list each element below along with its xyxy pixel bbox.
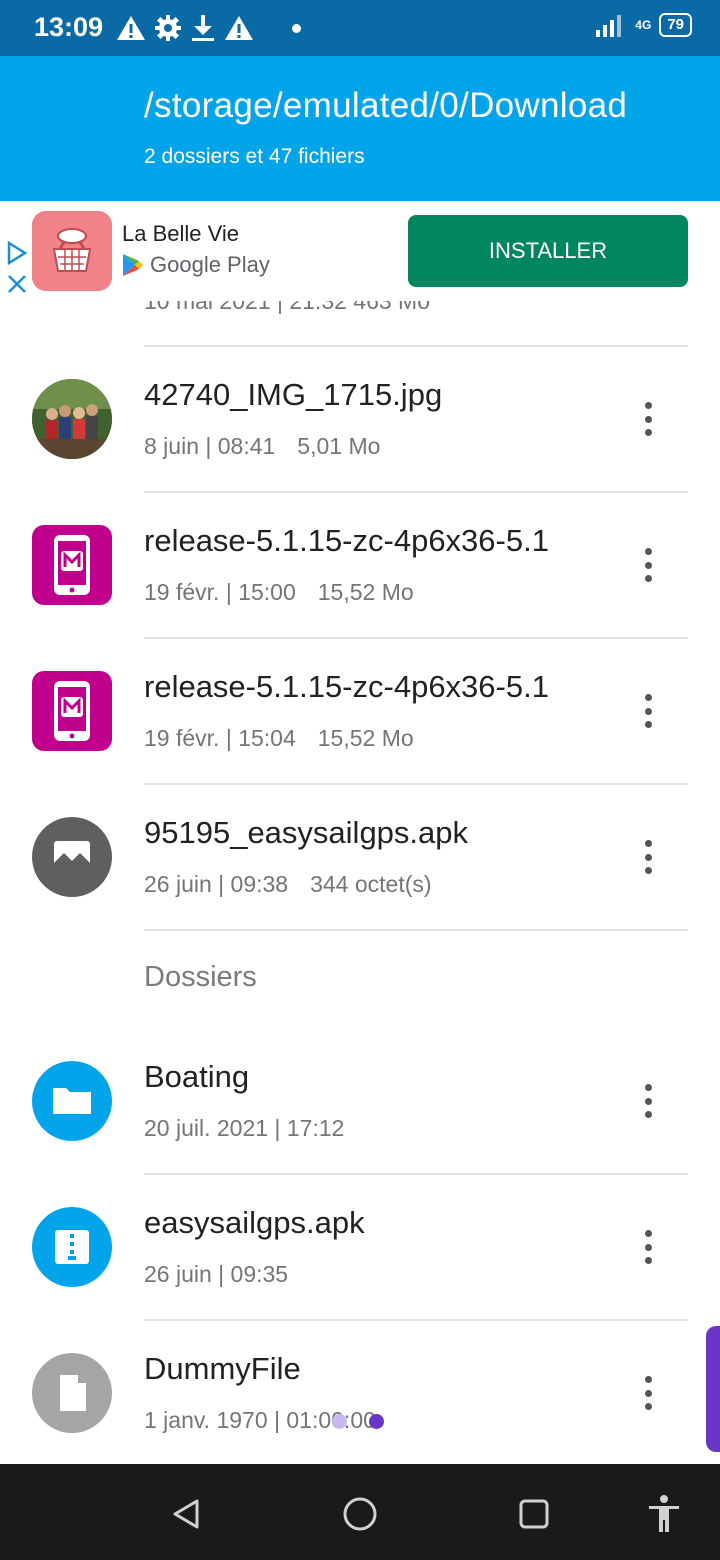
list-item[interactable]: Boating 20 juil. 2021 | 17:12 [0, 1029, 720, 1175]
list-item[interactable]: release-5.1.15-zc-4p6x36-5.1 19 févr. | … [0, 639, 720, 785]
list-item[interactable]: DummyFile 1 janv. 1970 | 01:00:00 [0, 1321, 720, 1467]
ad-app-icon[interactable] [32, 211, 112, 291]
network-type: 4G [635, 18, 652, 32]
ad-app-name: La Belle Vie [122, 221, 240, 246]
more-options-icon[interactable] [630, 1081, 666, 1121]
image-file-icon [32, 817, 112, 897]
file-meta: 26 juin | 09:38 344 octet(s) [144, 871, 432, 897]
document-icon [32, 1353, 112, 1433]
file-meta: 19 févr. | 15:00 15,52 Mo [144, 579, 414, 605]
recents-button[interactable] [506, 1486, 562, 1542]
divider [144, 929, 688, 931]
list-item[interactable]: 95195_easysailgps.apk 26 juin | 09:38 344… [0, 785, 720, 931]
app-phone-icon [32, 671, 112, 751]
more-options-icon[interactable] [630, 691, 666, 731]
folder-name: Boating [144, 1059, 250, 1094]
home-icon [343, 1497, 377, 1531]
folder-name: easysailgps.apk [144, 1205, 365, 1240]
battery-icon: 79 [659, 13, 692, 37]
home-button[interactable] [332, 1486, 388, 1542]
more-options-icon[interactable] [630, 837, 666, 877]
file-meta: 8 juin | 08:41 5,01 Mo [144, 433, 381, 459]
file-name: 42740_IMG_1715.jpg [144, 377, 443, 412]
file-name: release-5.1.15-zc-4p6x36-5.1 [144, 523, 549, 558]
download-icon [192, 15, 214, 41]
ad-store-label: Google Play [122, 252, 270, 278]
section-header-folders: Dossiers [144, 961, 257, 993]
accessibility-button[interactable] [636, 1486, 692, 1542]
ad-banner[interactable]: La Belle Vie Google Play INSTALLER [0, 201, 720, 301]
status-time: 13:09 [34, 12, 104, 42]
accessibility-icon [649, 1495, 679, 1532]
recents-icon [519, 1499, 549, 1529]
signal-icon [596, 15, 622, 37]
photo-thumbnail [32, 379, 112, 459]
list-item[interactable]: 42740_IMG_1715.jpg 8 juin | 08:41 5,01 Mo [0, 347, 720, 493]
warning-icon [225, 16, 253, 40]
file-name: release-5.1.15-zc-4p6x36-5.1 [144, 669, 549, 704]
indicator-dot [369, 1414, 384, 1429]
folder-icon [32, 1061, 112, 1141]
more-options-icon[interactable] [630, 1373, 666, 1413]
list-item[interactable]: easysailgps.apk 26 juin | 09:35 [0, 1175, 720, 1321]
folder-summary: 2 dossiers et 47 fichiers [144, 145, 365, 168]
more-options-icon[interactable] [630, 545, 666, 585]
gear-icon [155, 15, 181, 41]
folder-meta: 20 juil. 2021 | 17:12 [144, 1115, 345, 1141]
back-icon [173, 1499, 199, 1529]
warning-icon [117, 16, 145, 40]
app-phone-icon [32, 525, 112, 605]
install-button[interactable]: INSTALLER [408, 215, 688, 287]
app-header: /storage/emulated/0/Download 2 dossiers … [0, 56, 720, 201]
more-options-icon[interactable] [630, 399, 666, 439]
list-item[interactable]: release-5.1.15-zc-4p6x36-5.1 19 févr. | … [0, 493, 720, 639]
navigation-bar [0, 1464, 720, 1560]
file-name: 95195_easysailgps.apk [144, 815, 469, 850]
folder-meta: 26 juin | 09:35 [144, 1261, 289, 1287]
back-button[interactable] [158, 1486, 214, 1542]
page-title: /storage/emulated/0/Download [144, 86, 628, 125]
file-meta: 19 févr. | 15:04 15,52 Mo [144, 725, 414, 751]
archive-icon [32, 1207, 112, 1287]
folder-name: DummyFile [144, 1351, 301, 1386]
edge-panel-handle[interactable] [706, 1326, 720, 1452]
adchoices-icon[interactable] [6, 241, 28, 265]
indicator-dot [332, 1414, 347, 1429]
notification-dot-icon [292, 24, 301, 33]
page-indicator [332, 1414, 384, 1429]
google-play-icon [123, 254, 143, 276]
status-bar: 13:09 4G 79 [0, 0, 720, 56]
more-options-icon[interactable] [630, 1227, 666, 1267]
close-icon[interactable] [6, 273, 28, 295]
